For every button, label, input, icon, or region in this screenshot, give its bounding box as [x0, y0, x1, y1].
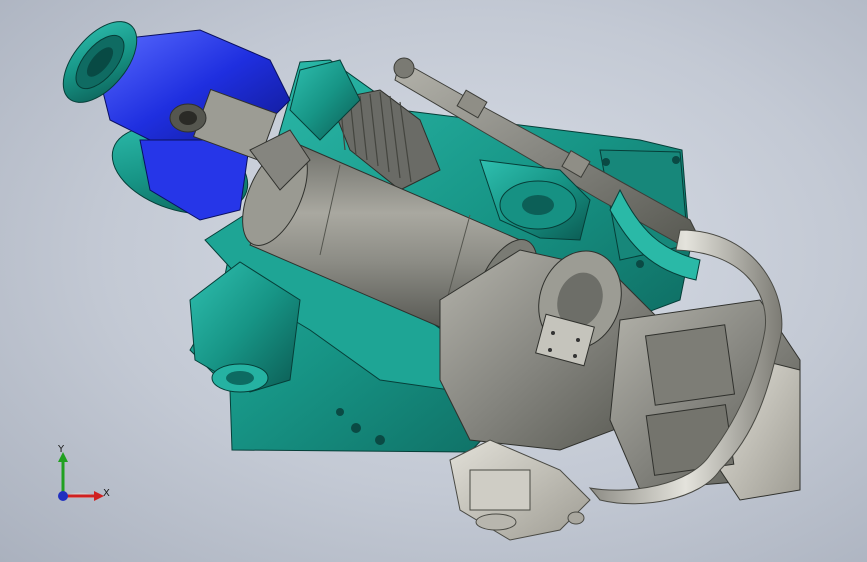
- robot-arm-model[interactable]: Y X: [0, 0, 867, 562]
- coordinate-triad: Y X: [57, 444, 110, 501]
- bottom-bracket[interactable]: [449, 439, 591, 541]
- y-axis-label: Y: [57, 444, 65, 455]
- z-axis-origin: [58, 491, 68, 501]
- cad-viewport[interactable]: Y X: [0, 0, 867, 562]
- x-axis-label: X: [103, 488, 110, 499]
